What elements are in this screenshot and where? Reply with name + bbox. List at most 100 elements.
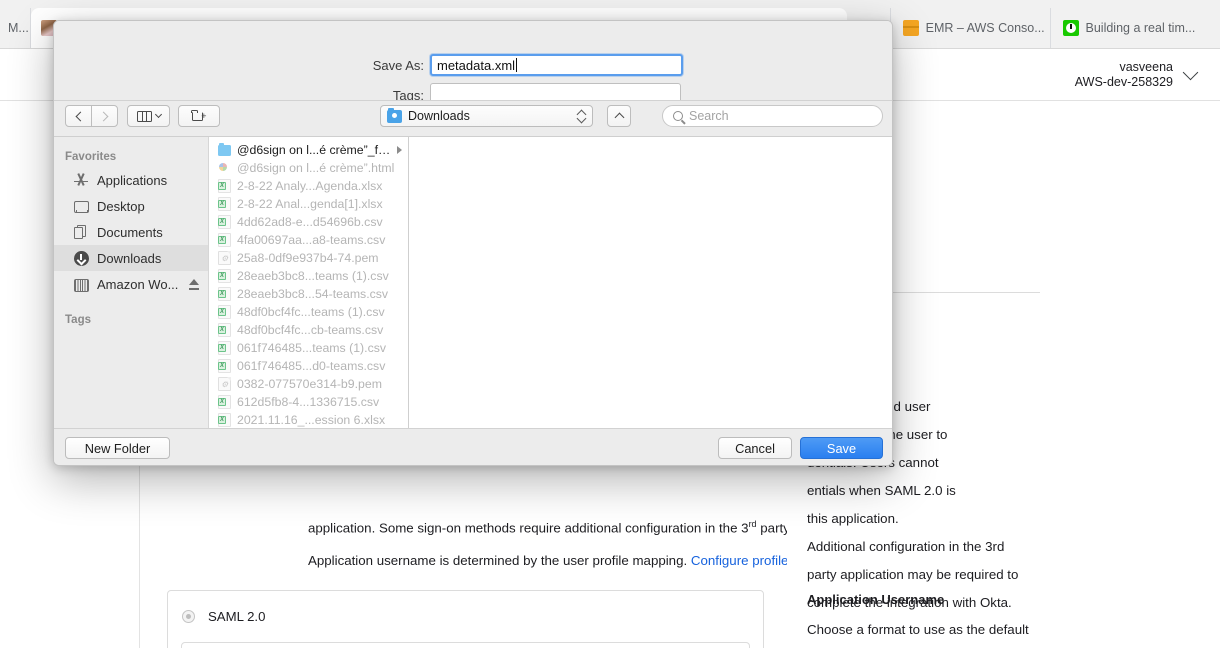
file-list-item[interactable]: X 061f746485...teams (1).csv: [209, 339, 408, 357]
file-list-item[interactable]: X 28eaeb3bc8...teams (1).csv: [209, 267, 408, 285]
file-list-item[interactable]: @d6sign on l...é crème”_files: [209, 141, 408, 159]
right-panel-line-6: Additional configuration in the 3rd: [807, 539, 1005, 554]
downloads-folder-icon: [387, 107, 402, 123]
excel-file-icon: X: [218, 197, 231, 211]
sign-on-description-part-a: application. Some sign-on methods requir…: [308, 520, 749, 536]
new-folder-toolbar-button[interactable]: +: [178, 105, 220, 127]
file-name: 061f746485...teams (1).csv: [237, 341, 387, 355]
new-folder-button[interactable]: New Folder: [65, 437, 170, 459]
downloads-icon: [74, 250, 89, 266]
username-mapping-label: Application username is determined by th…: [308, 553, 688, 568]
chevron-up-icon: [614, 112, 624, 122]
file-list-item[interactable]: X 612d5fb8-4...1336715.csv: [209, 393, 408, 411]
saml-option-card: SAML 2.0 Default Relay State: [167, 590, 764, 648]
file-name: 2-8-22 Analy...Agenda.xlsx: [237, 179, 383, 193]
back-button[interactable]: [65, 105, 92, 127]
sidebar-item-label: Downloads: [97, 250, 162, 266]
view-mode-button[interactable]: [127, 105, 170, 127]
save-as-value: metadata.xml: [437, 57, 516, 73]
save-as-input[interactable]: metadata.xml: [430, 54, 683, 76]
saml-radio-label: SAML 2.0: [208, 609, 266, 624]
saml-radio-icon[interactable]: [182, 610, 195, 623]
folder-icon: [218, 143, 231, 156]
excel-file-icon: X: [218, 413, 231, 427]
file-name: 612d5fb8-4...1336715.csv: [237, 395, 380, 409]
saml-radio-row[interactable]: SAML 2.0: [168, 591, 763, 624]
file-list-item[interactable]: X 48df0bcf4fc...teams (1).csv: [209, 303, 408, 321]
file-name: 061f746485...d0-teams.csv: [237, 359, 386, 373]
chevron-down-icon: [154, 110, 162, 119]
file-list-item[interactable]: X 2-8-22 Analy...Agenda.xlsx: [209, 177, 408, 195]
file-name: 2-8-22 Anal...genda[1].xlsx: [237, 197, 383, 211]
csv-file-icon: X: [218, 341, 231, 355]
file-preview-column: [409, 137, 892, 428]
account-menu[interactable]: vasveena AWS-dev-258329: [1075, 60, 1199, 90]
file-name: 2021.11.16_...ession 6.xlsx: [237, 413, 386, 427]
account-labels: vasveena AWS-dev-258329: [1075, 60, 1173, 90]
ordinal-suffix: rd: [748, 519, 757, 529]
save-dialog-toolbar: + Downloads Search: [54, 100, 892, 136]
file-list-item[interactable]: ⚙ 25a8-0df9e937b4-74.pem: [209, 249, 408, 267]
parent-folder-button[interactable]: [607, 105, 631, 127]
file-list-item[interactable]: X 2-8-22 Anal...genda[1].xlsx: [209, 195, 408, 213]
file-list-item[interactable]: X 4fa00697aa...a8-teams.csv: [209, 231, 408, 249]
file-list-item[interactable]: X 4dd62ad8-e...d54696b.csv: [209, 213, 408, 231]
sidebar-item-applications[interactable]: Applications: [54, 167, 208, 193]
cancel-button[interactable]: Cancel: [718, 437, 792, 459]
csv-file-icon: X: [218, 359, 231, 373]
pem-file-icon: ⚙: [218, 377, 231, 391]
sidebar-section-favorites-title: Favorites: [65, 151, 117, 163]
search-icon: [673, 111, 683, 121]
file-name: 48df0bcf4fc...cb-teams.csv: [237, 323, 384, 337]
text-caret: [516, 58, 518, 72]
file-list-item[interactable]: X 28eaeb3bc8...54-teams.csv: [209, 285, 408, 303]
file-name: 25a8-0df9e937b4-74.pem: [237, 251, 379, 265]
file-list-item[interactable]: X 2021.11.16_...ession 6.xlsx: [209, 411, 408, 428]
browser-tab-0[interactable]: M...: [0, 8, 32, 48]
column-view-icon: [136, 110, 152, 122]
save-file-dialog: Save As: metadata.xml Tags: + Downloads …: [53, 20, 893, 466]
sidebar-item-downloads[interactable]: Downloads: [54, 245, 208, 271]
applications-icon: [74, 173, 89, 188]
file-name: @d6sign on l...é crème”.html: [237, 161, 395, 175]
sidebar-item-amazon-workdocs[interactable]: Amazon Wo...: [54, 271, 208, 297]
file-list-item[interactable]: ⚙ 0382-077570e314-b9.pem: [209, 375, 408, 393]
search-placeholder: Search: [689, 109, 729, 123]
browser-tab-4[interactable]: Building a real tim...: [1050, 8, 1220, 48]
browser-tab-label: M...: [8, 21, 29, 35]
csv-file-icon: X: [218, 269, 231, 283]
chevron-left-icon: [75, 111, 85, 121]
right-panel-line-5: this application.: [807, 511, 899, 526]
file-list-item[interactable]: X 061f746485...d0-teams.csv: [209, 357, 408, 375]
disclosure-triangle-icon[interactable]: [397, 146, 402, 154]
location-dropdown[interactable]: Downloads: [380, 105, 593, 127]
eject-icon[interactable]: [189, 278, 199, 290]
file-list-item[interactable]: @d6sign on l...é crème”.html: [209, 159, 408, 177]
save-button[interactable]: Save: [800, 437, 883, 459]
sidebar-item-label: Desktop: [97, 198, 145, 214]
csv-file-icon: X: [218, 287, 231, 301]
search-input[interactable]: Search: [662, 105, 883, 127]
sidebar-section-tags-title: Tags: [65, 314, 91, 326]
file-list[interactable]: @d6sign on l...é crème”_files @d6sign on…: [209, 137, 409, 428]
screen: M... is... EMR – AWS Conso... Building a…: [0, 0, 1220, 648]
sidebar-item-documents[interactable]: Documents: [54, 219, 208, 245]
default-relay-state-card: Default Relay State: [181, 642, 750, 648]
csv-file-icon: X: [218, 305, 231, 319]
application-username-heading: Application Username: [807, 592, 945, 607]
browser-tab-3[interactable]: EMR – AWS Conso...: [890, 8, 1051, 48]
dialog-sidebar: Favorites Applications Desktop Documents…: [54, 137, 209, 428]
csv-file-icon: X: [218, 215, 231, 229]
browser-tab-label: Building a real tim...: [1085, 21, 1196, 35]
save-as-label: Save As:: [372, 58, 424, 73]
new-folder-icon: +: [191, 110, 207, 122]
up-down-stepper-icon: [577, 110, 586, 123]
sidebar-item-label: Amazon Wo...: [97, 276, 179, 292]
forward-button[interactable]: [91, 105, 118, 127]
sidebar-item-desktop[interactable]: Desktop: [54, 193, 208, 219]
file-name: 28eaeb3bc8...54-teams.csv: [237, 287, 389, 301]
aws-emr-box-favicon-icon: [902, 20, 919, 36]
chevron-down-icon: [1182, 64, 1199, 81]
file-list-item[interactable]: X 48df0bcf4fc...cb-teams.csv: [209, 321, 408, 339]
file-name: 48df0bcf4fc...teams (1).csv: [237, 305, 385, 319]
